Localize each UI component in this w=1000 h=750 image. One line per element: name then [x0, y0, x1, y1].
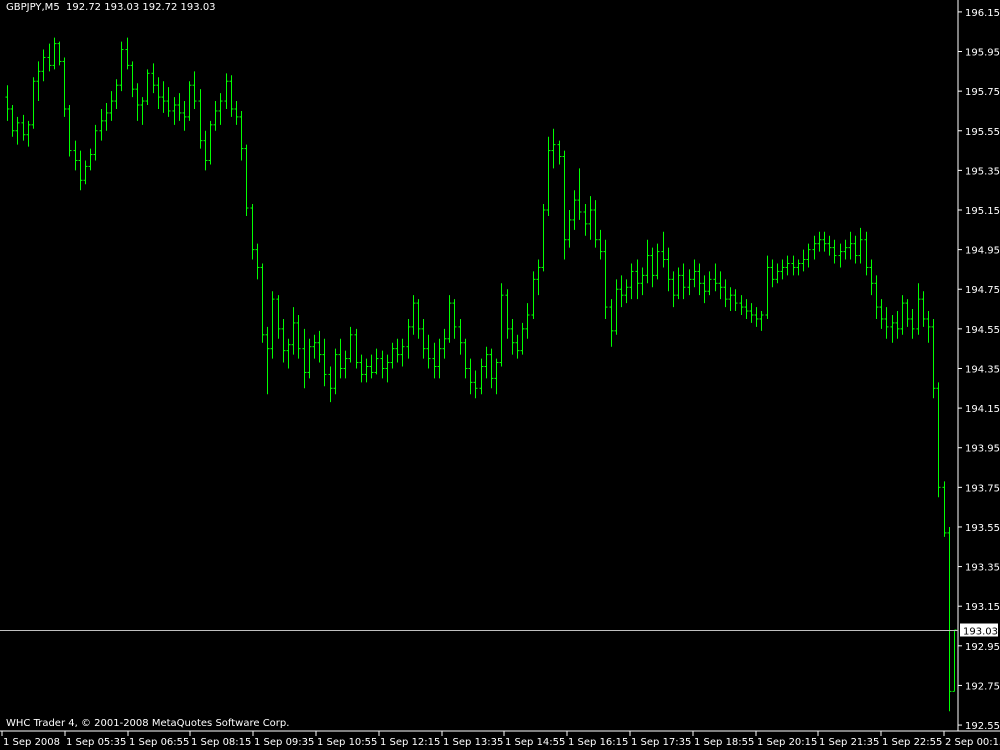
price-tick-label: 193.95: [965, 444, 1000, 455]
price-tick-label: 194.35: [965, 364, 1000, 375]
time-tick-label: 1 Sep 13:35: [443, 737, 503, 748]
price-tick-label: 193.55: [965, 523, 1000, 534]
time-tick-label: 2 Sep 00:15: [945, 737, 1000, 748]
price-tick-label: 193.35: [965, 563, 1000, 574]
copyright-label: WHC Trader 4, © 2001-2008 MetaQuotes Sof…: [6, 718, 290, 729]
time-tick-label: 1 Sep 09:35: [254, 737, 314, 748]
price-tick-label: 195.95: [965, 48, 1000, 59]
price-chart[interactable]: 196.15 195.95 195.75 195.55 195.35 195.15 194.…: [0, 0, 1000, 750]
chart-header: GBPJPY,M5 192.72 193.03 192.72 193.03: [6, 2, 216, 13]
chart-background: [0, 0, 1000, 750]
price-tick-label: 195.75: [965, 87, 1000, 98]
price-tick-label: 192.95: [965, 642, 1000, 653]
price-tick-label: 194.95: [965, 246, 1000, 257]
price-tick-label: 196.15: [965, 8, 1000, 19]
price-label-value: 193.03: [963, 627, 998, 638]
symbol-label: GBPJPY,M5: [6, 2, 60, 13]
time-tick-label: 1 Sep 20:15: [757, 737, 817, 748]
price-tick-label: 194.15: [965, 404, 1000, 415]
time-tick-label: 1 Sep 14:55: [505, 737, 565, 748]
time-tick-label: 1 Sep 17:35: [631, 737, 691, 748]
price-tick-label: 195.15: [965, 206, 1000, 217]
time-tick-label: 1 Sep 05:35: [66, 737, 126, 748]
time-tick-label: 1 Sep 08:15: [191, 737, 251, 748]
time-tick-label: 1 Sep 12:15: [380, 737, 440, 748]
time-tick-label: 1 Sep 10:55: [317, 737, 377, 748]
time-tick-label: 1 Sep 18:55: [694, 737, 754, 748]
time-tick-label: 1 Sep 22:55: [882, 737, 942, 748]
price-tick-label: 193.75: [965, 483, 1000, 494]
price-tick-label: 192.75: [965, 681, 1000, 692]
price-tick-label: 195.55: [965, 127, 1000, 138]
price-tick-label: 194.55: [965, 325, 1000, 336]
time-tick-label: 1 Sep 06:55: [129, 737, 189, 748]
price-tick-label: 194.75: [965, 285, 1000, 296]
quote-values: 192.72 193.03 192.72 193.03: [66, 2, 216, 13]
time-tick-label: 1 Sep 16:15: [568, 737, 628, 748]
price-tick-label: 195.35: [965, 166, 1000, 177]
time-tick-label: 1 Sep 2008: [3, 737, 60, 748]
price-tick-label: 193.15: [965, 602, 1000, 613]
time-tick-label: 1 Sep 21:35: [819, 737, 879, 748]
price-tick-label: 192.55: [965, 721, 1000, 732]
